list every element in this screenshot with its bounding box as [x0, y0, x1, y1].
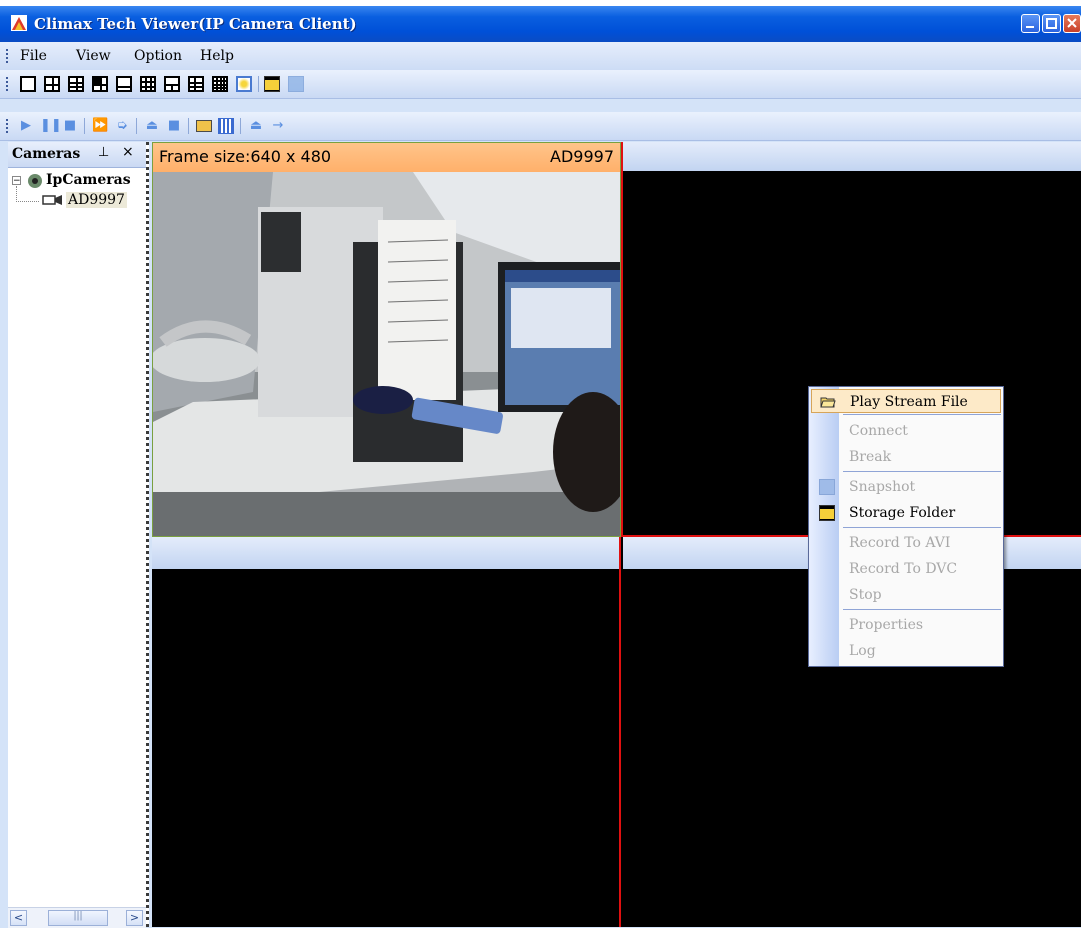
playback-toolbar: ▶ ❚❚ ■ ⏩ ➭ ⏏ ■ ⏏ → — [0, 112, 1081, 141]
toolbar-separator-2 — [84, 118, 85, 134]
tree-root-label: IpCameras — [46, 172, 131, 188]
menu-connect[interactable]: Connect — [811, 419, 1001, 443]
minimize-icon — [1026, 26, 1034, 28]
menu-option[interactable]: Option — [134, 48, 182, 64]
storage-folder-icon[interactable] — [264, 76, 280, 92]
storage-folder-icon — [819, 505, 835, 521]
close-button[interactable] — [1063, 14, 1081, 33]
window-title: Climax Tech Viewer(IP Camera Client) — [34, 15, 357, 33]
video-cell-1[interactable]: Frame size:640 x 480 AD9997 — [152, 142, 621, 537]
open-folder-icon — [820, 397, 836, 408]
layout-6-icon[interactable] — [68, 76, 84, 92]
snapshot-icon — [819, 479, 835, 495]
toolbar-separator-5 — [240, 118, 241, 134]
menu-help[interactable]: Help — [200, 48, 234, 64]
panel-close-icon[interactable]: × — [122, 144, 134, 160]
menu-separator — [843, 471, 1001, 472]
maximize-button[interactable] — [1042, 14, 1061, 33]
stop-icon[interactable]: ■ — [62, 118, 78, 134]
minimize-button[interactable] — [1021, 14, 1040, 33]
menu-separator — [843, 609, 1001, 610]
cameras-panel: Cameras ⊥ × − IpCameras AD9997 < ||| > — [8, 142, 149, 928]
menu-record-avi[interactable]: Record To AVI — [811, 531, 1001, 555]
menu-label: Connect — [849, 423, 908, 439]
record-icon[interactable]: ■ — [166, 118, 182, 134]
layout-10-icon[interactable] — [164, 76, 180, 92]
cell-camera-name: AD9997 — [550, 147, 614, 166]
tree-child-label: AD9997 — [66, 192, 127, 208]
ip-camera-icon — [42, 195, 62, 205]
frame-size-label: Frame size:640 x 480 — [159, 147, 332, 166]
open-folder-icon[interactable] — [196, 120, 212, 132]
pause-icon[interactable]: ❚❚ — [40, 118, 62, 134]
layout-1-icon[interactable] — [20, 76, 36, 92]
menu-storage-folder[interactable]: Storage Folder — [811, 501, 1001, 525]
cell-header-1: Frame size:640 x 480 AD9997 — [153, 143, 620, 172]
maximize-icon — [1046, 18, 1057, 29]
camera-frame-image — [153, 172, 620, 536]
menu-label: Storage Folder — [849, 505, 956, 521]
menu-bar: File View Option Help — [0, 42, 1081, 71]
layout-toolbar — [0, 70, 1081, 99]
menu-play-stream-file[interactable]: Play Stream File — [811, 389, 1001, 413]
horizontal-scrollbar[interactable]: < ||| > — [8, 907, 146, 928]
toolbar-separator-3 — [136, 118, 137, 134]
menu-stop[interactable]: Stop — [811, 583, 1001, 607]
video-cell-3[interactable] — [152, 537, 621, 927]
cameras-panel-title: Cameras — [12, 146, 81, 162]
menu-label: Break — [849, 449, 892, 465]
cameras-panel-header: Cameras ⊥ × — [8, 142, 146, 168]
layout-wide-icon[interactable] — [116, 76, 132, 92]
snapshot-icon[interactable] — [288, 76, 304, 92]
pin-icon[interactable]: ⊥ — [98, 145, 109, 160]
layout-8-icon[interactable] — [92, 76, 108, 92]
menu-view[interactable]: View — [76, 48, 111, 64]
toolbar-grip[interactable] — [6, 77, 8, 91]
menu-label: Record To DVC — [849, 561, 958, 577]
menu-label: Log — [849, 643, 876, 659]
collapse-icon[interactable]: − — [12, 176, 21, 186]
context-menu: Play Stream File Connect Break Snapshot … — [808, 386, 1004, 667]
cell-header-2 — [623, 142, 1081, 171]
menu-file[interactable]: File — [20, 48, 47, 64]
close-icon — [1067, 18, 1077, 28]
video-file-icon[interactable] — [218, 118, 234, 134]
play-icon[interactable]: ▶ — [18, 118, 34, 134]
toolbar-grip-2[interactable] — [6, 119, 8, 133]
layout-9-icon[interactable] — [140, 76, 156, 92]
menu-separator — [843, 527, 1001, 528]
title-bar: Climax Tech Viewer(IP Camera Client) — [0, 0, 1081, 42]
layout-13-icon[interactable] — [188, 76, 204, 92]
menu-break[interactable]: Break — [811, 445, 1001, 469]
fullscreen-icon[interactable] — [236, 76, 252, 92]
menu-label: Snapshot — [849, 479, 916, 495]
eject-icon[interactable]: ⏏ — [144, 118, 160, 134]
menu-separator — [843, 414, 1001, 415]
toolbar-separator-4 — [188, 118, 189, 134]
layout-4-icon[interactable] — [44, 76, 60, 92]
menu-label: Record To AVI — [849, 535, 951, 551]
up-icon[interactable]: ⏏ — [248, 118, 264, 134]
step-forward-icon[interactable]: ➭ — [114, 118, 130, 134]
menu-properties[interactable]: Properties — [811, 613, 1001, 637]
fast-forward-icon[interactable]: ⏩ — [92, 118, 108, 134]
cell-header-3 — [152, 537, 619, 569]
menu-label: Play Stream File — [850, 394, 968, 410]
menu-log[interactable]: Log — [811, 639, 1001, 663]
menu-label: Stop — [849, 587, 882, 603]
menu-snapshot[interactable]: Snapshot — [811, 475, 1001, 499]
toolbar-separator — [258, 76, 259, 92]
tree-connector — [16, 186, 39, 202]
menu-label: Properties — [849, 617, 924, 633]
layout-16-icon[interactable] — [212, 76, 228, 92]
scroll-right-icon[interactable]: > — [126, 910, 143, 926]
scroll-left-icon[interactable]: < — [10, 910, 27, 926]
menu-record-dvc[interactable]: Record To DVC — [811, 557, 1001, 581]
scroll-thumb[interactable]: ||| — [48, 910, 108, 926]
app-icon — [11, 15, 27, 31]
arrow-right-icon[interactable]: → — [270, 118, 286, 134]
menubar-grip[interactable] — [6, 49, 8, 63]
